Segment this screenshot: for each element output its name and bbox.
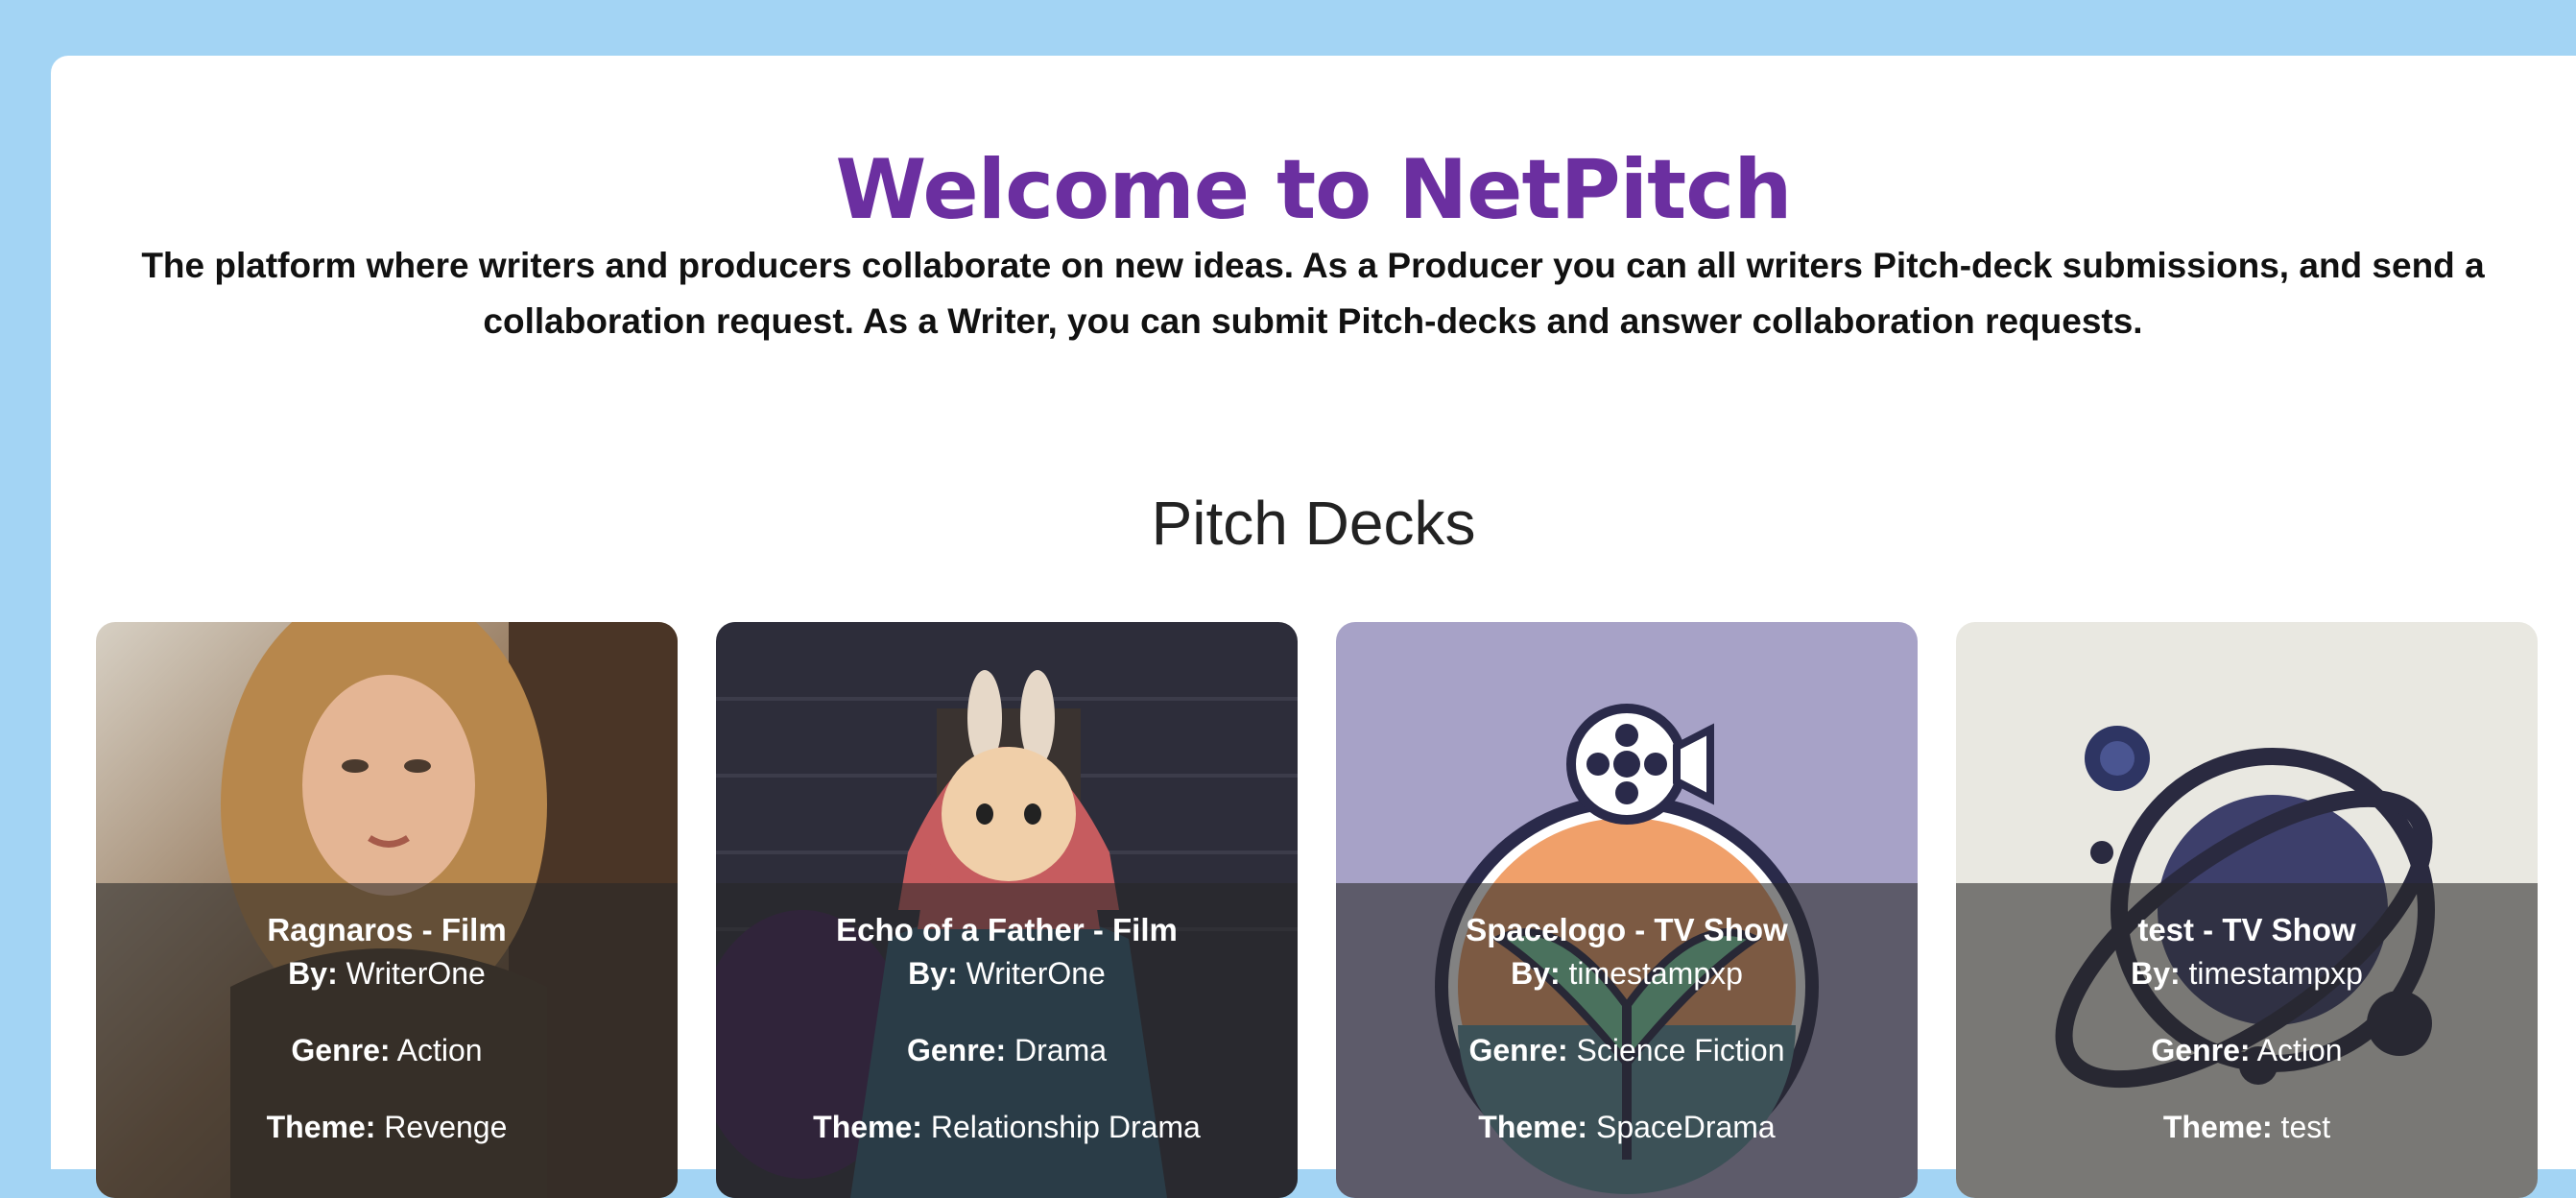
intro-text: The platform where writers and producers… — [141, 246, 2485, 341]
main-panel: Welcome to NetPitch The platform where w… — [51, 56, 2576, 1198]
genre-value: Drama — [1014, 1033, 1108, 1067]
genre-label: Genre: — [906, 1033, 1007, 1067]
by-label: By: — [2131, 956, 2181, 991]
card-genre: Genre: Drama — [716, 1033, 1298, 1068]
author-value: WriterOne — [346, 956, 486, 991]
genre-label: Genre: — [291, 1033, 391, 1067]
pitch-deck-card-spacelogo[interactable]: Spacelogo - TV Show By: timestampxp Genr… — [1336, 622, 1918, 1198]
genre-value: Action — [396, 1033, 483, 1067]
card-theme: Theme: Revenge — [96, 1110, 678, 1145]
theme-value: test — [2280, 1110, 2331, 1144]
card-genre: Genre: Science Fiction — [1336, 1033, 1918, 1068]
card-author: By: timestampxp — [1956, 956, 2538, 992]
pitch-deck-card-test[interactable]: test - TV Show By: timestampxp Genre: Ac… — [1956, 622, 2538, 1198]
section-title: Pitch Decks — [1151, 489, 1476, 558]
theme-value: Revenge — [384, 1110, 508, 1144]
card-author: By: timestampxp — [1336, 956, 1918, 992]
genre-label: Genre: — [2151, 1033, 2251, 1067]
pitch-deck-card-ragnaros[interactable]: Ragnaros - Film By: WriterOne Genre: Act… — [96, 622, 678, 1198]
card-overlay: Ragnaros - Film By: WriterOne Genre: Act… — [96, 883, 678, 1198]
by-label: By: — [1511, 956, 1561, 991]
by-label: By: — [288, 956, 338, 991]
card-genre: Genre: Action — [96, 1033, 678, 1068]
card-author: By: WriterOne — [716, 956, 1298, 992]
theme-label: Theme: — [1478, 1110, 1588, 1144]
author-value: WriterOne — [966, 956, 1106, 991]
card-theme: Theme: test — [1956, 1110, 2538, 1145]
author-value: timestampxp — [2188, 956, 2363, 991]
theme-value: Relationship Drama — [930, 1110, 1201, 1144]
theme-value: SpaceDrama — [1595, 1110, 1776, 1144]
genre-value: Science Fiction — [1576, 1033, 1785, 1067]
genre-label: Genre: — [1468, 1033, 1568, 1067]
by-label: By: — [908, 956, 958, 991]
card-genre: Genre: Action — [1956, 1033, 2538, 1068]
theme-label: Theme: — [2162, 1110, 2273, 1144]
card-overlay: Spacelogo - TV Show By: timestampxp Genr… — [1336, 883, 1918, 1198]
theme-label: Theme: — [813, 1110, 922, 1144]
card-title: Ragnaros - Film — [267, 912, 507, 947]
page-title: Welcome to NetPitch — [835, 142, 1793, 238]
card-title: Echo of a Father - Film — [836, 912, 1178, 947]
pitch-deck-card-echo-of-a-father[interactable]: Echo of a Father - Film By: WriterOne Ge… — [716, 622, 1298, 1198]
card-title: Spacelogo - TV Show — [1466, 912, 1788, 947]
card-theme: Theme: SpaceDrama — [1336, 1110, 1918, 1145]
card-author: By: WriterOne — [96, 956, 678, 992]
card-overlay: Echo of a Father - Film By: WriterOne Ge… — [716, 883, 1298, 1198]
card-title: test - TV Show — [2137, 912, 2356, 947]
card-overlay: test - TV Show By: timestampxp Genre: Ac… — [1956, 883, 2538, 1198]
card-theme: Theme: Relationship Drama — [716, 1110, 1298, 1145]
genre-value: Action — [2256, 1033, 2343, 1067]
author-value: timestampxp — [1568, 956, 1743, 991]
theme-label: Theme: — [266, 1110, 376, 1144]
